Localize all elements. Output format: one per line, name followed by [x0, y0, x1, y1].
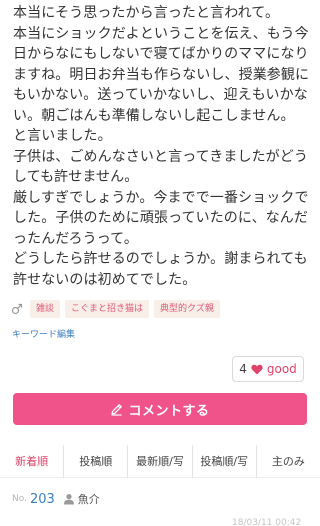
post-line: しても許せません。	[13, 169, 139, 185]
good-label: good	[266, 362, 297, 376]
post-line: 本当にそう思ったから言ったと言われて。	[13, 5, 280, 21]
tab-posted-order[interactable]: 投稿順	[63, 445, 127, 477]
tab-posted-photo[interactable]: 投稿順/写	[191, 445, 256, 477]
sort-tabs: 新着順 投稿順 最新順/写 投稿順/写 主のみ	[0, 445, 320, 478]
post-line: ますね。明日お弁当も作らないし、授業参観に	[13, 66, 310, 83]
tag-row: 雑談 こぐまと招き猫は 典型的クズ親	[10, 299, 225, 319]
user-icon	[63, 493, 75, 505]
comment-number[interactable]: 203	[30, 492, 55, 507]
tab-latest-photo[interactable]: 最新順/写	[127, 445, 191, 477]
comment-header: No. 203 魚介	[12, 489, 100, 509]
post-line: い。朝ごはんも準備しないし起こしません。	[13, 107, 295, 124]
post-line: と言いました。	[13, 128, 112, 144]
tag-kogumato[interactable]: こぐまと招き猫は	[65, 300, 150, 318]
post-line: 許せないのは初めてでした。	[13, 271, 197, 288]
post-line: した。子供のために頑張っていたのに、なんだ	[13, 210, 308, 226]
comment-timestamp: 18/03/11 00:42	[232, 518, 302, 526]
post-body: 本当にそう思ったから言ったと言われて。 本当にショックだよということを伝え、もう…	[13, 3, 311, 290]
keyword-edit-link[interactable]: キーワード編集	[12, 327, 75, 340]
post-line: どうしたら許せるのでしょうか。謝まられても	[13, 251, 308, 267]
comment-number-label: No.	[12, 494, 27, 504]
post-line: もいかない。送っていかないし、迎えもいかな	[13, 87, 308, 103]
comment-user-name: 魚介	[77, 493, 100, 506]
post-line: 日からなにもしないで寝てばかりのママになり	[13, 46, 309, 62]
post-line: 子供は、ごめんなさいと言ってきましたがどう	[13, 148, 308, 165]
page: 本当にそう思ったから言ったと言われて。 本当にショックだよということを伝え、もう…	[0, 0, 320, 526]
good-button[interactable]: 4 good	[232, 356, 304, 382]
post-line: 本当にショックだよということを伝え、もう今	[13, 25, 309, 42]
comment-button[interactable]: コメントする	[13, 393, 307, 425]
comment-button-label: コメントする	[128, 403, 210, 419]
tag-chat[interactable]: 雑談	[30, 300, 61, 318]
tab-newest[interactable]: 新着順	[0, 445, 63, 477]
post-line: ったんだろうって。	[13, 230, 138, 247]
gender-symbol-icon	[10, 302, 24, 316]
heart-icon	[251, 364, 263, 375]
good-count: 4	[239, 362, 247, 376]
post-line: 厳しすぎでしょうか。今までで一番ショックで	[13, 189, 309, 206]
tab-owner-only[interactable]: 主のみ	[255, 445, 320, 477]
tag-typical-parent[interactable]: 典型的クズ親	[154, 300, 220, 318]
pencil-icon	[110, 403, 123, 416]
